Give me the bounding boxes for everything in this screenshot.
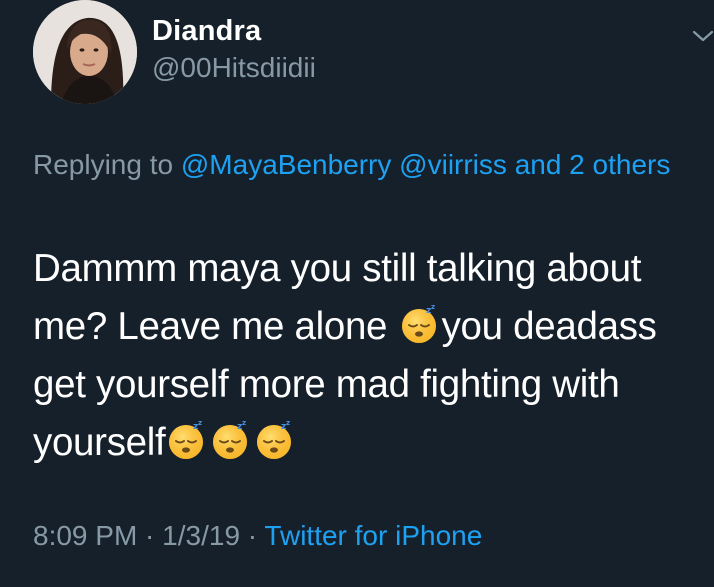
display-name[interactable]: Diandra [152, 15, 261, 48]
svg-text:z: z [198, 419, 202, 427]
tweet-card: Diandra @00Hitsdiidii Replying to @MayaB… [0, 0, 714, 587]
separator: · [240, 520, 265, 551]
mention-link[interactable]: @MayaBenberry [181, 149, 392, 180]
svg-text:z: z [286, 419, 290, 427]
sleeping-face-emoji-icon: z z [169, 419, 204, 459]
replying-to: Replying to @MayaBenberry @viirriss and … [33, 143, 673, 186]
avatar-image [33, 0, 137, 104]
others-link[interactable]: and 2 others [515, 149, 671, 180]
tweet-text: Dammm maya you still talking about me? L… [33, 240, 708, 472]
mention-link[interactable]: @viirriss [399, 149, 507, 180]
svg-text:z: z [242, 419, 246, 427]
svg-text:z: z [431, 303, 435, 311]
sleeping-face-emoji-icon: z z [257, 419, 292, 459]
tweet-time[interactable]: 8:09 PM [33, 520, 137, 551]
tweet-date[interactable]: 1/3/19 [162, 520, 240, 551]
sleeping-face-emoji-icon: z z [401, 303, 436, 343]
replying-to-label: Replying to [33, 149, 181, 180]
avatar[interactable] [33, 0, 137, 104]
chevron-down-icon[interactable] [692, 26, 714, 46]
separator: · [137, 520, 163, 551]
user-handle[interactable]: @00Hitsdiidii [152, 52, 316, 84]
tweet-source-link[interactable]: Twitter for iPhone [264, 520, 482, 551]
tweet-meta: 8:09 PM · 1/3/19 · Twitter for iPhone [33, 520, 482, 552]
sleeping-face-emoji-icon: z z [213, 419, 248, 459]
